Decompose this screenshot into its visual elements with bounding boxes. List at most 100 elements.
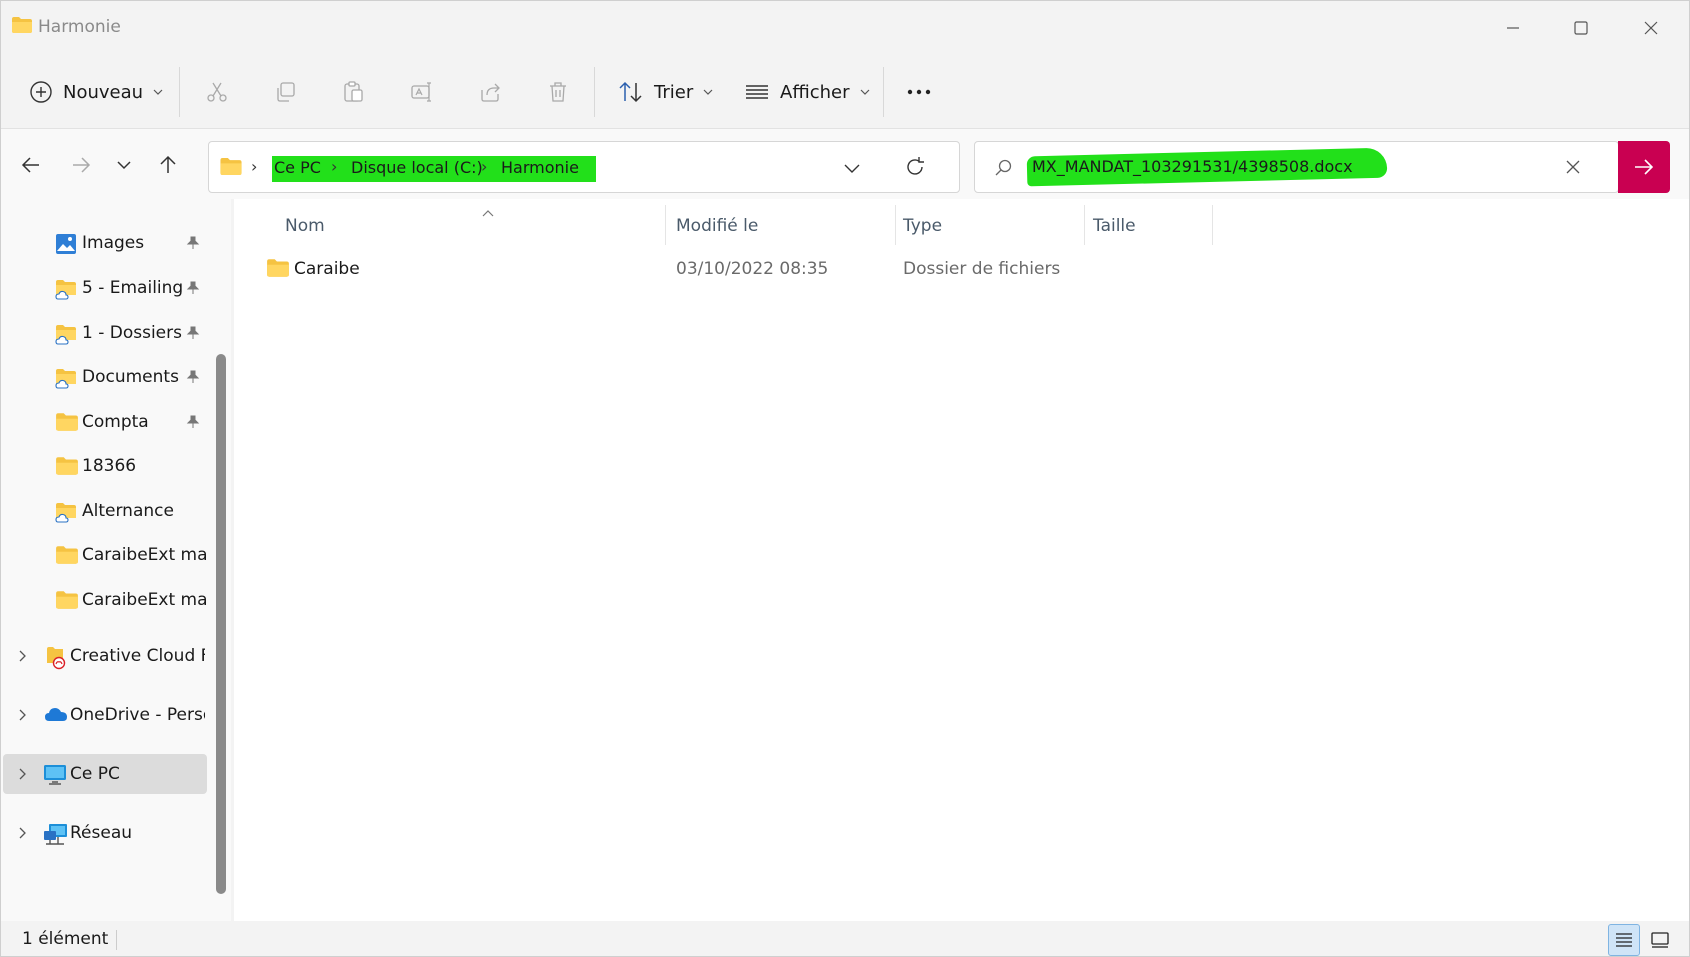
sidebar-item-images[interactable]: Images [3,223,207,263]
chevron-right-icon[interactable] [15,766,29,785]
sidebar-item-compta[interactable]: Compta [3,402,207,442]
status-bar: 1 élément [1,921,1689,956]
search-box[interactable]: MX_MANDAT_103291531/4398508.docx [974,141,1619,193]
column-divider[interactable] [665,205,666,245]
minimize-button[interactable] [1480,1,1546,55]
chevron-down-icon [844,164,860,173]
chevron-right-icon[interactable] [15,707,29,726]
folder-icon [55,412,79,436]
refresh-button[interactable] [904,156,926,182]
view-lines-icon [746,85,768,99]
clipboard-icon [344,81,363,102]
copy-button[interactable] [273,69,297,115]
recent-locations-button[interactable] [104,145,144,185]
sidebar-item-documents[interactable]: Documents [3,357,207,397]
folder-icon [11,16,33,38]
close-button[interactable] [1618,1,1684,55]
sidebar-item-label: Ce PC [70,764,120,784]
onedrive-icon [44,705,68,727]
separator [883,67,884,117]
sidebar-item-label: Documents [82,367,179,387]
sidebar-item-caraibeext-2[interactable]: CaraibeExt man [3,580,207,620]
arrow-left-icon [21,157,39,173]
arrow-right-icon [73,157,91,173]
forward-button[interactable] [61,145,101,185]
folder-icon [55,545,79,569]
sidebar-item-ce-pc[interactable]: Ce PC [3,754,207,794]
sidebar-scrollbar-thumb[interactable] [216,354,226,894]
address-history-button[interactable] [843,159,861,181]
details-view-icon [1616,933,1632,947]
paste-button[interactable] [341,69,365,115]
new-button[interactable]: Nouveau [29,69,163,115]
file-name: Caraibe [294,259,360,279]
sidebar-item-label: Images [82,233,145,253]
column-header-name[interactable]: Nom [285,216,325,236]
column-header-modified[interactable]: Modifié le [676,216,758,236]
search-input[interactable]: MX_MANDAT_103291531/4398508.docx [1032,157,1353,176]
column-divider[interactable] [895,205,896,245]
folder-icon [266,258,290,282]
copy-icon [277,82,295,102]
chevron-down-icon [153,89,163,95]
breadcrumb-harmonie[interactable]: Harmonie [501,158,579,177]
pin-icon [186,325,200,344]
back-button[interactable] [11,145,51,185]
address-bar[interactable]: › Ce PC › Disque local (C:) › Harmonie [208,141,960,193]
column-divider[interactable] [1084,205,1085,245]
tiles-view-button[interactable] [1644,924,1676,956]
minimize-icon [1507,27,1519,29]
network-icon [43,823,69,851]
sidebar-item-creative-cloud[interactable]: Creative Cloud Fi [3,636,207,676]
sidebar-item-alternance[interactable]: Alternance [3,491,207,531]
separator [594,67,595,117]
pin-icon [186,369,200,388]
cloud-folder-icon [55,278,79,304]
maximize-icon [1574,21,1588,35]
share-icon [481,83,500,102]
cloud-folder-icon [55,501,79,527]
breadcrumb-ce-pc[interactable]: Ce PC [274,158,321,177]
sidebar-item-label: 5 - Emailing [82,278,182,298]
share-button[interactable] [478,69,502,115]
creative-cloud-icon [45,646,67,674]
delete-button[interactable] [546,69,570,115]
more-options-button[interactable] [906,69,932,115]
details-view-button[interactable] [1608,924,1640,956]
column-divider[interactable] [1212,205,1213,245]
pin-icon [186,235,200,254]
more-icon [907,89,931,95]
breadcrumb-disque-local[interactable]: Disque local (C:) [351,158,483,177]
sort-ascending-icon [481,203,495,222]
chevron-right-icon[interactable] [15,648,29,667]
sidebar-item-label: Creative Cloud Fi [70,646,205,666]
sidebar-item-onedrive[interactable]: OneDrive - Perso [3,695,207,735]
file-list: Nom Modifié le Type Taille Caraibe 03/10… [234,199,1689,921]
column-header-type[interactable]: Type [903,216,942,236]
sidebar-item-label: 18366 [82,456,137,476]
maximize-button[interactable] [1548,1,1614,55]
close-icon [1566,160,1580,174]
clear-search-button[interactable] [1565,159,1581,179]
breadcrumb-separator: › [331,157,338,176]
sidebar-item-18366[interactable]: 18366 [3,446,207,486]
item-count: 1 élément [22,929,109,949]
table-row[interactable]: Caraibe 03/10/2022 08:35 Dossier de fich… [264,251,1364,287]
sidebar-item-caraibeext-1[interactable]: CaraibeExt man [3,535,207,575]
view-button[interactable]: Afficher [744,69,870,115]
this-pc-icon [43,764,67,790]
cut-button[interactable] [205,69,229,115]
sidebar-item-reseau[interactable]: Réseau [3,813,207,853]
breadcrumb-separator: › [481,157,488,176]
sort-icon [619,81,642,103]
rename-button[interactable] [410,69,434,115]
folder-icon [219,157,243,180]
sort-button[interactable]: Trier [618,69,713,115]
column-header-size[interactable]: Taille [1093,216,1136,236]
sidebar-item-5-emailing[interactable]: 5 - Emailing [3,268,207,308]
sidebar-item-1-dossiers[interactable]: 1 - Dossiers [3,313,207,353]
search-go-button[interactable] [1618,141,1670,193]
scissors-icon [207,82,227,102]
up-button[interactable] [148,145,188,185]
chevron-right-icon[interactable] [15,825,29,844]
